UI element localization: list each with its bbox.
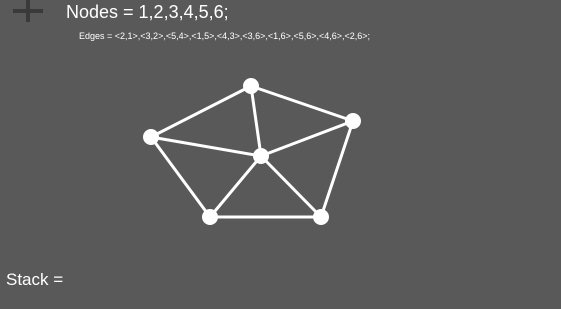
edge-layer xyxy=(149,84,355,219)
graph-node-4[interactable] xyxy=(313,209,329,225)
graph-edge-3-6 xyxy=(259,119,355,158)
graph-edge-1-6 xyxy=(149,135,263,158)
graph-edge-4-6 xyxy=(259,154,323,219)
graph-canvas[interactable] xyxy=(0,0,561,309)
graph-node-1[interactable] xyxy=(143,129,159,145)
graph-edge-4-3 xyxy=(319,119,355,219)
graph-node-5[interactable] xyxy=(202,209,218,225)
graph-node-6[interactable] xyxy=(253,148,269,164)
graph-node-3[interactable] xyxy=(345,113,361,129)
graph-edge-1-5 xyxy=(149,135,212,219)
graph-edge-2-1 xyxy=(149,84,253,139)
graph-edge-5-6 xyxy=(208,154,263,219)
graph-edge-2-6 xyxy=(249,84,263,158)
graph-edge-3-2 xyxy=(249,84,355,123)
graph-node-2[interactable] xyxy=(243,78,259,94)
stack-label: Stack = xyxy=(6,270,64,289)
